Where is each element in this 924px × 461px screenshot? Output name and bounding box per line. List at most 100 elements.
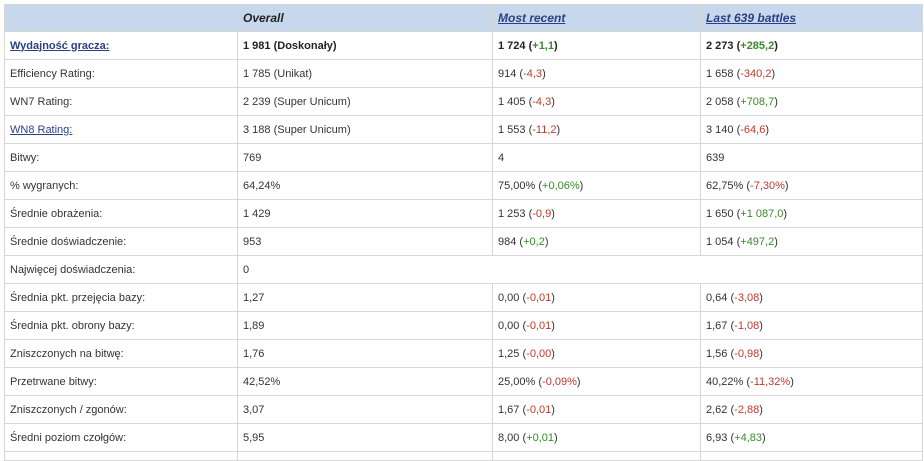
table-row: Zniszczonych na bitwę: 1,76 1,25 (-0,00) 1,… (4, 339, 923, 368)
row-label-link[interactable]: Wydajność gracza: (10, 40, 109, 52)
stat-value: 769 (243, 151, 262, 164)
stat-value: 64,24% (243, 179, 281, 192)
overall-value: 2 239 (Super Unicum) (237, 87, 493, 116)
header-row: Overall Most recent Last 639 battles (4, 4, 923, 32)
overall-value: 5,95 (237, 423, 493, 452)
row-label[interactable]: WN8 Rating: (4, 115, 238, 144)
stat-delta: -0,01 (526, 291, 552, 304)
header-corner-cell (4, 4, 238, 32)
row-label: Efficiency Rating: (4, 59, 238, 88)
row-label: WN7 Rating: (4, 87, 238, 116)
overall-value: 64,24% (237, 171, 493, 200)
stat-delta: -0,98 (734, 347, 760, 360)
stat-value: 984 (498, 235, 517, 248)
table-row: % wygranych: 64,24% 75,00% (+0,06%) 62,75% … (4, 171, 923, 200)
last-battles-value: 1,67 (-1,08) (700, 311, 923, 340)
row-label[interactable]: Wydajność gracza: (4, 31, 238, 60)
header-overall: Overall (237, 4, 493, 32)
stat-value: 6,93 (706, 431, 728, 444)
stat-delta: -64,6 (740, 123, 766, 136)
stat-delta: -7,30% (750, 179, 785, 192)
stat-value: 25,00% (498, 375, 536, 388)
row-label: Zniszczonych na bitwę: (4, 339, 238, 368)
stat-delta: -4,3 (532, 95, 552, 108)
row-label: % wygranych: (4, 171, 238, 200)
last-battles-value: 40,22% (-11,32%) (700, 367, 923, 396)
table-row: Średnia pkt. przejęcia bazy: 1,27 0,00 (-0… (4, 283, 923, 312)
row-label: Średnia pkt. obrony bazy: (4, 311, 238, 340)
most-recent-value: 75,00% (+0,06%) (492, 171, 701, 200)
most-recent-link[interactable]: Most recent (498, 11, 565, 25)
stat-value: 4 (498, 151, 505, 164)
stat-delta: +708,7 (740, 95, 775, 108)
last-battles-value: 1,56 (-0,98) (700, 339, 923, 368)
table-row: WN8 Rating: 3 188 (Super Unicum) 1 553 (-1… (4, 115, 923, 144)
stat-delta: +285,2 (740, 39, 775, 52)
table-row: Średnia pkt. obrony bazy: 1,89 0,00 (-0,01… (4, 311, 923, 340)
last-battles-value: 62,75% (-7,30%) (700, 171, 923, 200)
header-most-recent[interactable]: Most recent (492, 4, 701, 32)
stat-delta: +1 087,0 (740, 207, 784, 220)
stat-value: 62,75% (706, 179, 744, 192)
stat-value: 3 188 (Super Unicum) (243, 123, 351, 136)
stat-value: 914 (498, 67, 517, 80)
table-row: Średnie doświadczenie: 953 984 (+0,2) 1 054… (4, 227, 923, 256)
row-label: Średni poziom czołgów: (4, 423, 238, 452)
stat-delta: +0,01 (526, 431, 554, 444)
stat-delta: -340,2 (740, 67, 772, 80)
table-row: WN7 Rating: 2 239 (Super Unicum) 1 405 (-4… (4, 87, 923, 116)
table-row: Zniszczonych / zgonów: 3,07 1,67 (-0,01) 2,… (4, 395, 923, 424)
stat-delta: -0,01 (526, 403, 552, 416)
last-battles-value: 1 054 (+497,2) (700, 227, 923, 256)
stat-value: 1 429 (243, 207, 271, 220)
table-row: Efficiency Rating: 1 785 (Unikat) 914 (-4,… (4, 59, 923, 88)
header-last-battles[interactable]: Last 639 battles (700, 4, 923, 32)
row-label: Zniszczonych / zgonów: (4, 395, 238, 424)
row-label-link[interactable]: WN8 Rating: (10, 124, 72, 136)
last-battles-value: 639 (700, 143, 923, 172)
most-recent-value: 1,25 (-0,00) (492, 339, 701, 368)
stat-delta: -0,01 (526, 319, 552, 332)
stats-body: Wydajność gracza: 1 981 (Doskonały) 1 724 … (4, 31, 923, 461)
stat-value: 639 (706, 151, 725, 164)
most-recent-value: 1 253 (-0,9) (492, 199, 701, 228)
stat-value: 1 724 (498, 39, 526, 52)
empty-cell (237, 451, 493, 461)
stat-value: 1 405 (498, 95, 526, 108)
stat-value: 2 239 (Super Unicum) (243, 95, 351, 108)
row-label: Średnie doświadczenie: (4, 227, 238, 256)
stat-value: 75,00% (498, 179, 536, 192)
stat-value: 1 650 (706, 207, 734, 220)
stat-value: 3,07 (243, 403, 265, 416)
overall-value: 0 (237, 255, 923, 284)
empty-cell (700, 451, 923, 461)
overall-value: 1,27 (237, 283, 493, 312)
stat-delta: +497,2 (740, 235, 775, 248)
stat-delta: -0,9 (532, 207, 552, 220)
stat-delta: -11,32% (750, 375, 791, 388)
stat-value: 1 553 (498, 123, 526, 136)
last-battles-value: 6,93 (+4,83) (700, 423, 923, 452)
stat-value: 40,22% (706, 375, 744, 388)
stat-value: 2 273 (706, 39, 734, 52)
last-battles-value: 2 058 (+708,7) (700, 87, 923, 116)
most-recent-value: 1 553 (-11,2) (492, 115, 701, 144)
overall-value: 769 (237, 143, 493, 172)
table-row: Bitwy: 769 4 639 (4, 143, 923, 172)
most-recent-value: 1 405 (-4,3) (492, 87, 701, 116)
stat-value: 1,67 (498, 403, 520, 416)
stat-value: 5,95 (243, 431, 265, 444)
overall-value: 3 188 (Super Unicum) (237, 115, 493, 144)
stat-delta: -4,3 (523, 67, 543, 80)
stat-delta: -2,88 (734, 403, 760, 416)
stat-delta: +0,2 (523, 235, 545, 248)
overall-value: 1 429 (237, 199, 493, 228)
last-battles-link[interactable]: Last 639 battles (706, 11, 796, 25)
overall-value: 3,07 (237, 395, 493, 424)
most-recent-value: 4 (492, 143, 701, 172)
table-row: Przetrwane bitwy: 42,52% 25,00% (-0,09%) 40… (4, 367, 923, 396)
last-battles-value: 2,62 (-2,88) (700, 395, 923, 424)
stat-value: 953 (243, 235, 262, 248)
last-battles-value: 0,64 (-3,08) (700, 283, 923, 312)
stat-value: 3 140 (706, 123, 734, 136)
